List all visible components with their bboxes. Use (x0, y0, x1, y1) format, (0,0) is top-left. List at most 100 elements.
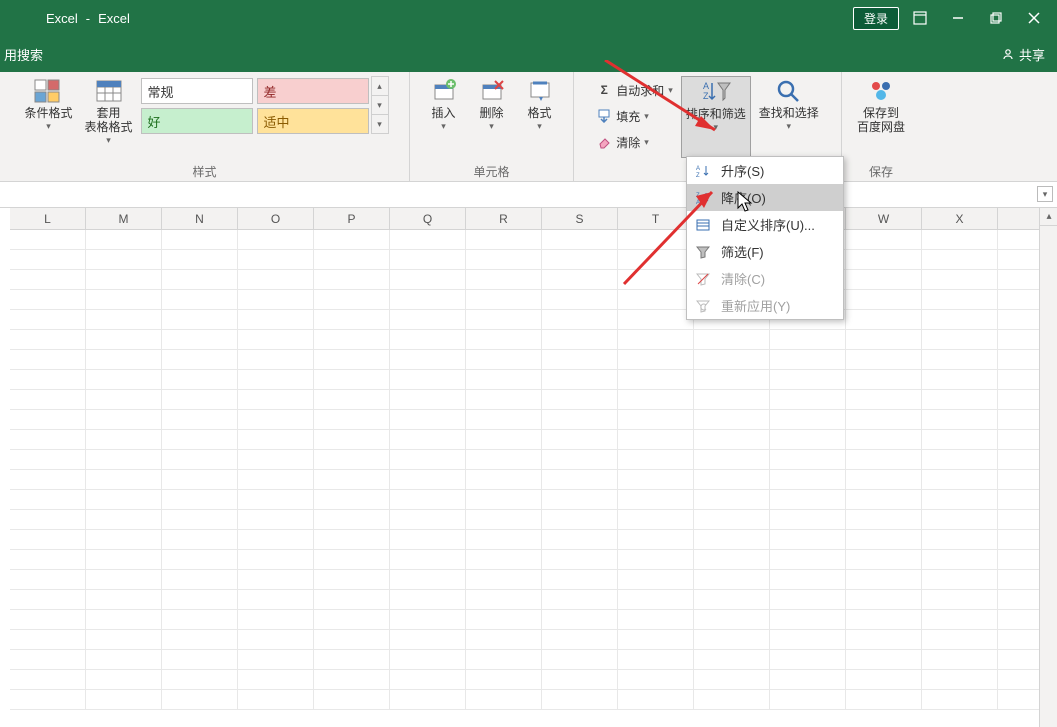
cell[interactable] (86, 510, 162, 529)
style-swatch-mid[interactable]: 适中 (257, 108, 369, 134)
cell[interactable] (542, 470, 618, 489)
cell[interactable] (846, 270, 922, 289)
cell[interactable] (922, 570, 998, 589)
cell[interactable] (238, 550, 314, 569)
style-swatch-normal[interactable]: 常规 (141, 78, 253, 104)
menu-sort-ascending[interactable]: AZ 升序(S) (687, 157, 843, 184)
format-as-table-button[interactable]: 套用 表格格式 ▾ (81, 76, 137, 158)
cell[interactable] (86, 450, 162, 469)
cell[interactable] (10, 450, 86, 469)
cell[interactable] (922, 390, 998, 409)
cell[interactable] (922, 610, 998, 629)
cell[interactable] (238, 230, 314, 249)
cell[interactable] (618, 450, 694, 469)
cell[interactable] (618, 510, 694, 529)
cell[interactable] (86, 330, 162, 349)
cell[interactable] (466, 430, 542, 449)
cell[interactable] (542, 430, 618, 449)
cell[interactable] (86, 610, 162, 629)
grid-row[interactable] (10, 230, 1057, 250)
cell[interactable] (238, 250, 314, 269)
cell[interactable] (10, 510, 86, 529)
cell[interactable] (922, 490, 998, 509)
cell[interactable] (846, 310, 922, 329)
cell[interactable] (238, 310, 314, 329)
gallery-up-icon[interactable]: ▴ (372, 77, 388, 96)
cell[interactable] (162, 450, 238, 469)
cell[interactable] (618, 590, 694, 609)
cell[interactable] (238, 690, 314, 709)
cell[interactable] (314, 330, 390, 349)
column-header[interactable]: X (922, 208, 998, 229)
cell[interactable] (390, 450, 466, 469)
grid-row[interactable] (10, 570, 1057, 590)
cell[interactable] (390, 390, 466, 409)
cell[interactable] (10, 290, 86, 309)
cell[interactable] (86, 550, 162, 569)
cell[interactable] (238, 490, 314, 509)
grid-row[interactable] (10, 350, 1057, 370)
cell[interactable] (618, 370, 694, 389)
cell[interactable] (922, 310, 998, 329)
cell[interactable] (542, 250, 618, 269)
cell[interactable] (10, 610, 86, 629)
close-button[interactable] (1017, 4, 1051, 32)
cell[interactable] (238, 330, 314, 349)
cell[interactable] (10, 470, 86, 489)
cell[interactable] (10, 490, 86, 509)
cell[interactable] (314, 410, 390, 429)
grid-row[interactable] (10, 630, 1057, 650)
cell[interactable] (618, 550, 694, 569)
cell[interactable] (846, 690, 922, 709)
cell[interactable] (390, 650, 466, 669)
cell[interactable] (846, 290, 922, 309)
cell[interactable] (10, 670, 86, 689)
cell[interactable] (466, 650, 542, 669)
cell[interactable] (618, 630, 694, 649)
cell[interactable] (238, 430, 314, 449)
cell[interactable] (922, 550, 998, 569)
cell[interactable] (694, 690, 770, 709)
cell[interactable] (922, 430, 998, 449)
cell[interactable] (10, 330, 86, 349)
cell[interactable] (390, 370, 466, 389)
cell[interactable] (542, 350, 618, 369)
grid-row[interactable] (10, 290, 1057, 310)
cell[interactable] (466, 630, 542, 649)
cell[interactable] (314, 430, 390, 449)
cell[interactable] (770, 510, 846, 529)
cell[interactable] (86, 490, 162, 509)
cell[interactable] (618, 670, 694, 689)
cell[interactable] (466, 470, 542, 489)
cell[interactable] (238, 670, 314, 689)
cell[interactable] (846, 570, 922, 589)
cell[interactable] (466, 550, 542, 569)
column-header[interactable]: T (618, 208, 694, 229)
cell[interactable] (694, 530, 770, 549)
cell[interactable] (542, 230, 618, 249)
cell[interactable] (390, 290, 466, 309)
cell[interactable] (162, 290, 238, 309)
cell[interactable] (86, 290, 162, 309)
cell[interactable] (618, 530, 694, 549)
grid-row[interactable] (10, 610, 1057, 630)
cell[interactable] (314, 690, 390, 709)
cell[interactable] (162, 630, 238, 649)
cell[interactable] (846, 650, 922, 669)
cell[interactable] (314, 590, 390, 609)
cell[interactable] (922, 230, 998, 249)
cell[interactable] (86, 230, 162, 249)
cell[interactable] (770, 390, 846, 409)
grid-row[interactable] (10, 510, 1057, 530)
cell[interactable] (770, 370, 846, 389)
column-header[interactable]: L (10, 208, 86, 229)
cell[interactable] (694, 370, 770, 389)
cell[interactable] (618, 490, 694, 509)
cell[interactable] (162, 430, 238, 449)
cell[interactable] (162, 270, 238, 289)
cell[interactable] (162, 610, 238, 629)
cell[interactable] (10, 230, 86, 249)
cell[interactable] (238, 410, 314, 429)
cell[interactable] (466, 490, 542, 509)
cell[interactable] (314, 470, 390, 489)
